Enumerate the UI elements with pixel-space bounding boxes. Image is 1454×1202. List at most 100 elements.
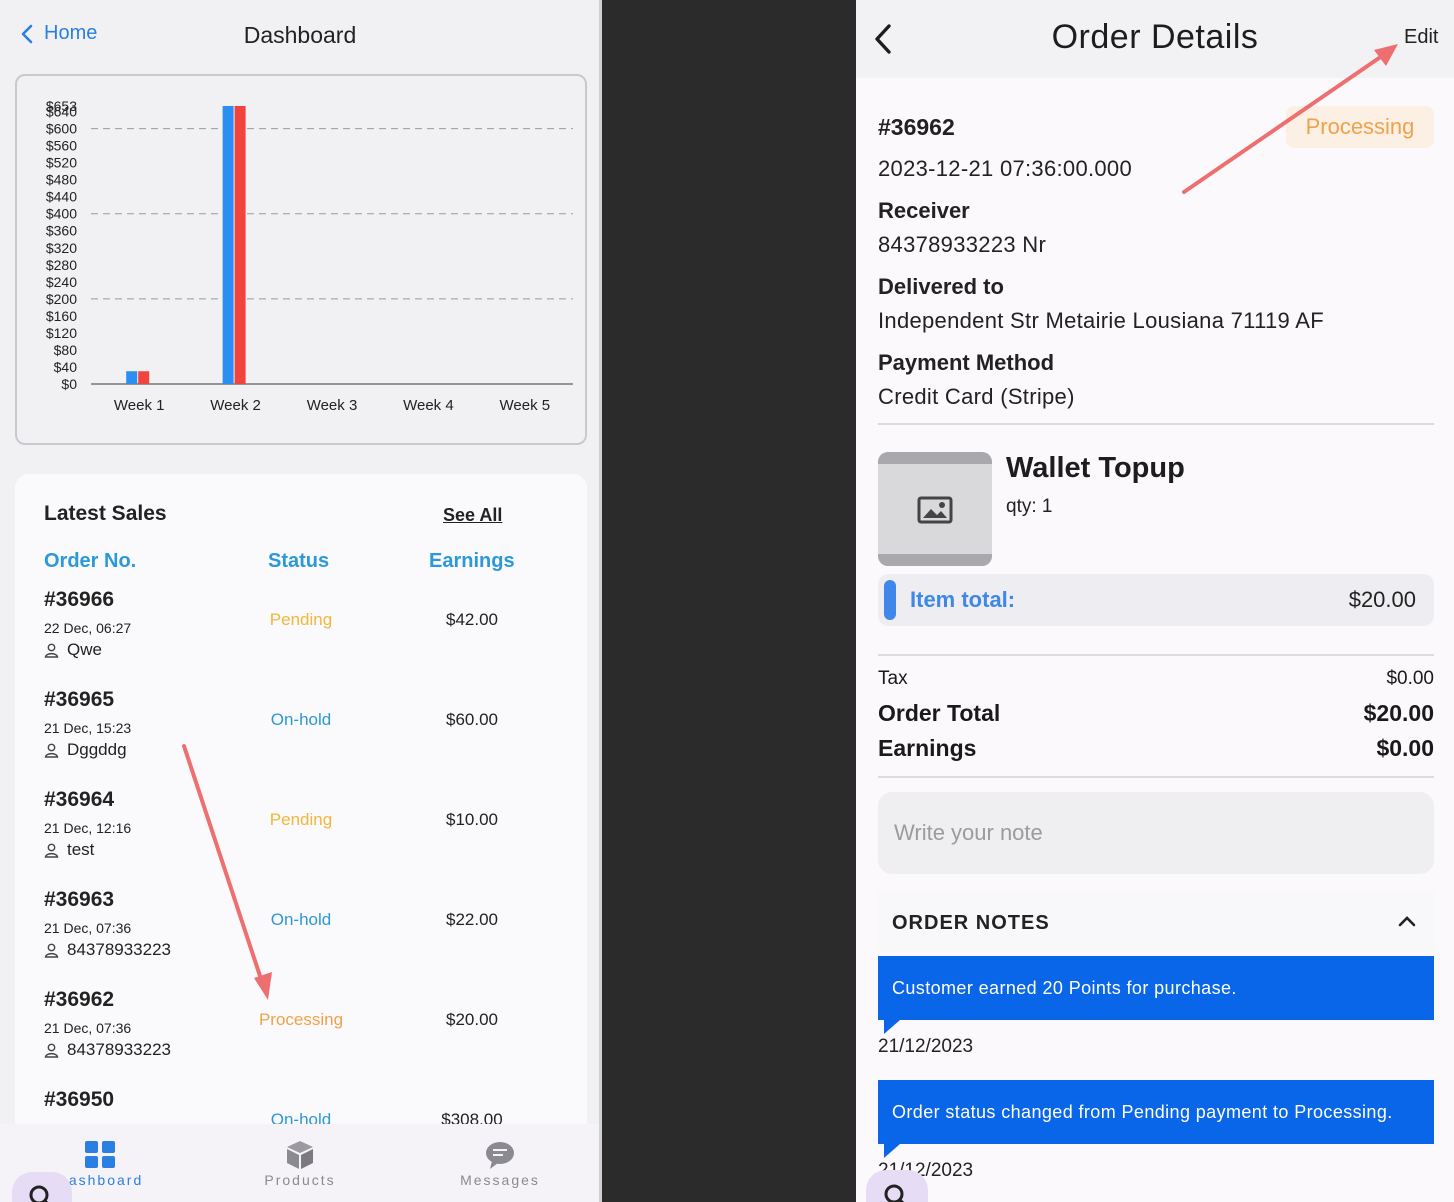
order-notes-title: ORDER NOTES [892,912,1050,934]
divider [878,423,1434,425]
status-badge: Processing [1286,106,1434,148]
y-tick-label: $440 [46,189,77,205]
bar-chart: $0$40$80$120$160$200$240$280$320$360$400… [46,98,573,414]
sale-date: 21 Dec, 15:23 [44,720,132,736]
dashboard-screen: Home Dashboard $0 $40 $80 $120 $160 $200 $240 $… [0,0,602,1202]
see-all-link[interactable]: See All [443,505,502,526]
page-title: Order Details [1051,18,1259,56]
sale-earnings: $10.00 [446,810,498,829]
order-number: #36962 [878,114,955,140]
user-icon [44,843,59,858]
sale-row[interactable]: #36963 21 Dec, 07:36 84378933223 On-hold $22… [15,888,587,988]
sale-customer-name: Qwe [67,640,102,659]
order-total-label: Order Total [878,700,1001,726]
payment-method-label: Payment Method [878,350,1055,375]
grid-icon [85,1141,115,1168]
sale-row[interactable]: #36966 22 Dec, 06:27 Qwe Pending $42.00 [15,588,587,688]
latest-sales-card: Latest Sales See All Order No. Status Ea… [15,474,587,1202]
sale-customer: Dggddg [44,740,127,760]
order-notes-toggle[interactable]: ORDER NOTES [878,892,1434,952]
sale-customer-name: 84378933223 [67,1040,172,1059]
tab-messages[interactable]: Messages [400,1124,599,1202]
note-date: 21/12/2023 [878,1036,974,1057]
product-thumbnail [878,452,992,566]
item-total-label: Item total: [910,587,1016,612]
y-tick-label: $320 [46,240,77,256]
sale-order-id: #36965 [44,688,115,711]
divider [878,654,1434,656]
sale-customer: 84378933223 [44,1040,171,1060]
sale-status: On-hold [270,910,332,929]
sale-earnings: $42.00 [446,610,498,629]
order-details-screen: Order Details Edit #36962 Processing 202… [856,0,1454,1202]
y-tick-label: $240 [46,274,77,290]
item-total-row: Item total: $20.00 [878,574,1434,626]
x-tick-label: Week 1 [114,397,165,414]
x-tick-label: Week 4 [403,397,454,414]
y-tick-label: $120 [46,325,77,341]
edit-button[interactable]: Edit [1404,26,1438,49]
sale-row[interactable]: #36962 21 Dec, 07:36 84378933223 Processing… [15,988,587,1088]
order-details-header: Order Details Edit [856,0,1454,78]
earnings-chart: $0 $40 $80 $120 $160 $200 $240 $280 $320 $360 $400… [15,74,587,445]
sale-date: 22 Dec, 06:27 [44,620,132,636]
y-tick-label: $400 [46,206,77,222]
chat-icon [486,1142,514,1169]
dashboard-header: Home Dashboard [0,0,599,72]
tab-products-label: Products [264,1172,336,1188]
search-icon [29,1185,49,1202]
sale-customer-name: Dggddg [67,740,127,759]
sale-status: Pending [269,810,333,829]
tab-messages-label: Messages [460,1172,540,1188]
tax-label: Tax [878,668,908,689]
user-icon [44,743,59,758]
sale-row[interactable]: #36965 21 Dec, 15:23 Dggddg On-hold $60.00 [15,688,587,788]
bottom-tab-bar: Dashboard Products Messages [0,1124,599,1202]
tab-products[interactable]: Products [200,1124,400,1202]
y-tick-label: $480 [46,172,77,188]
sale-customer: 84378933223 [44,940,171,960]
page-title: Dashboard [243,22,357,48]
user-icon [44,1043,59,1058]
chevron-up-icon [1398,916,1416,927]
sale-date: 21 Dec, 12:16 [44,820,132,836]
column-header-earnings: Earnings [429,550,515,572]
delivered-to-value: Independent Str Metairie Lousiana 71119 … [878,308,1324,333]
sale-status: Processing [258,1010,344,1029]
sale-order-id: #36966 [44,588,115,611]
note-input[interactable] [878,792,1434,874]
tax-value: $0.00 [1386,668,1434,689]
y-tick-label: $160 [46,308,77,324]
user-icon [44,943,59,958]
sale-customer-name: 84378933223 [67,940,172,959]
sale-customer: test [44,840,94,860]
y-tick-label: $280 [46,257,77,273]
x-tick-label: Week 2 [210,397,261,414]
sale-earnings: $22.00 [446,910,498,929]
divider [878,776,1434,778]
sale-row[interactable]: #36964 21 Dec, 12:16 test Pending $10.00 [15,788,587,888]
y-tick-label: $600 [46,121,77,137]
sale-order-id: #36963 [44,888,115,911]
column-header-order: Order No. [44,550,137,572]
sale-order-id: #36950 [44,1088,115,1111]
image-placeholder-icon [917,496,953,524]
product-qty: qty: 1 [1006,496,1053,517]
sale-earnings: $20.00 [446,1010,498,1029]
note-tail [884,1144,900,1158]
sale-order-id: #36964 [44,788,115,811]
order-datetime: 2023-12-21 07:36:00.000 [878,156,1133,181]
user-icon [44,643,59,658]
x-tick-label: Week 5 [500,397,551,414]
order-note: Order status changed from Pending paymen… [878,1080,1434,1144]
sale-status: On-hold [270,710,332,729]
search-fab[interactable] [866,1170,928,1202]
bar [222,106,234,384]
y-tick-label: $80 [54,342,78,358]
y-tick-label: $520 [46,155,77,171]
payment-method-value: Credit Card (Stripe) [878,384,1075,409]
search-icon [884,1184,905,1202]
x-tick-label: Week 3 [307,397,358,414]
y-tick-label: $560 [46,138,77,154]
search-fab[interactable] [12,1172,72,1202]
